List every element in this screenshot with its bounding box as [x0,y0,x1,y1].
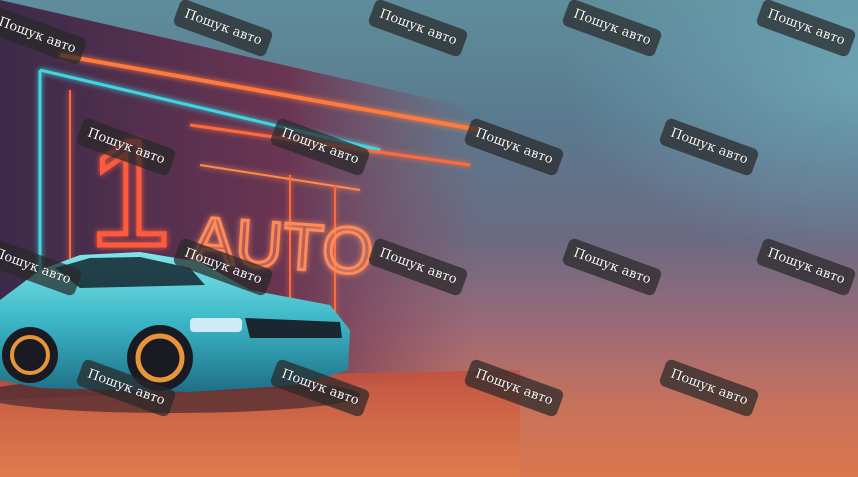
banner-image: 1 AUTO Пошук авто Пошук авто Пошук авто … [0,0,858,477]
